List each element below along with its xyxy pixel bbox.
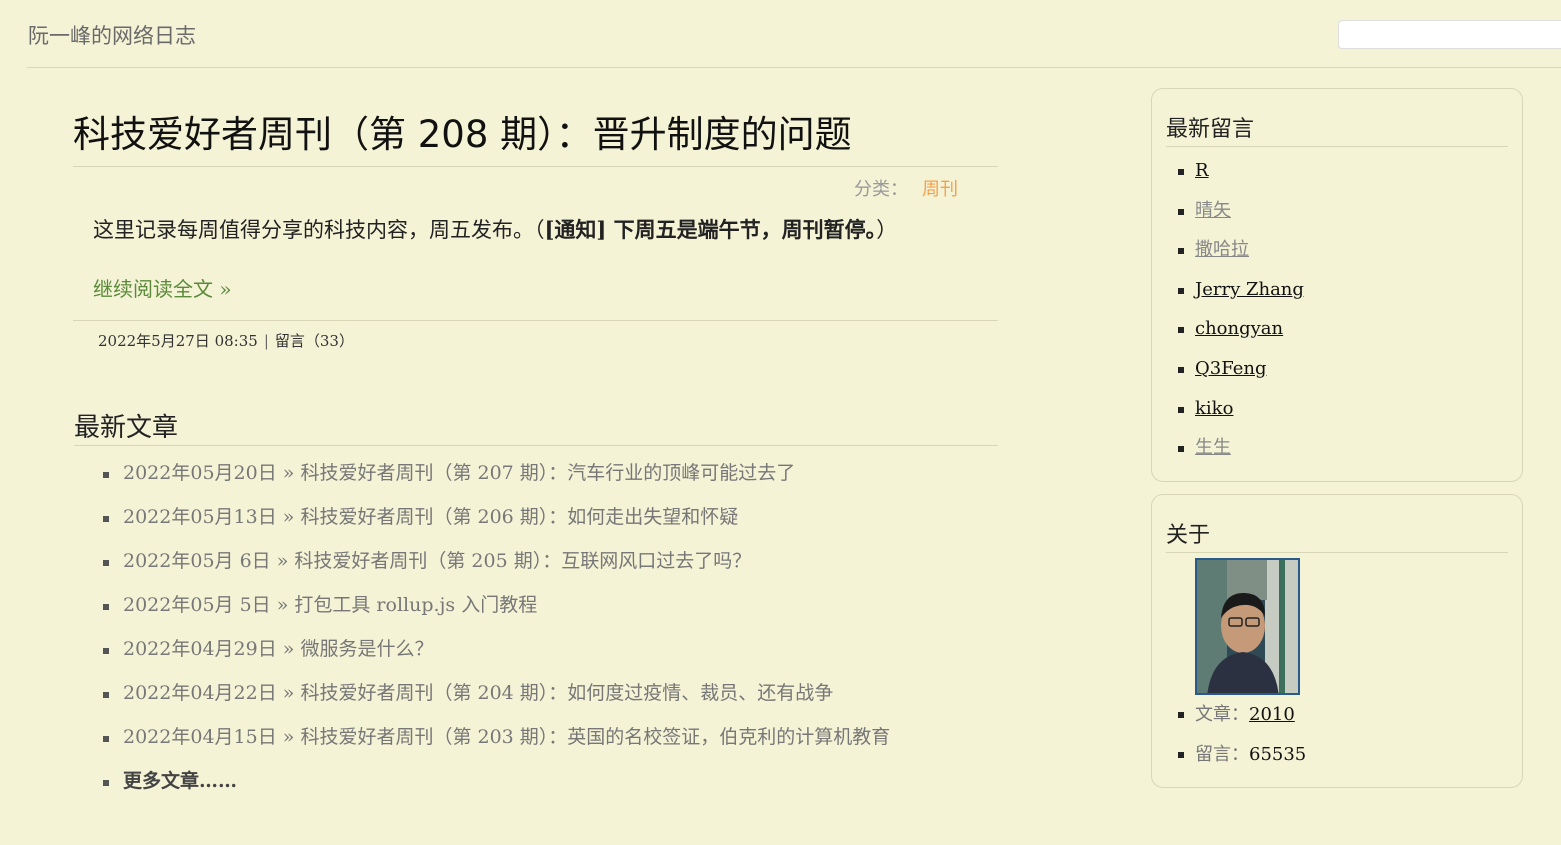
- commenter-link[interactable]: kiko: [1195, 398, 1233, 419]
- list-item: 生生: [1178, 424, 1522, 464]
- commenter-link[interactable]: 撒哈拉: [1195, 239, 1249, 260]
- read-more-link[interactable]: 继续阅读全文 »: [93, 273, 232, 302]
- recent-date: 2022年04月22日: [123, 682, 277, 705]
- commenter-link[interactable]: 晴矢: [1195, 200, 1231, 221]
- articles-count-link[interactable]: 2010: [1249, 704, 1295, 725]
- commenter-list: R 晴矢 撒哈拉 Jerry Zhang chongyan Q3Feng kik…: [1152, 147, 1522, 464]
- comments-count: 65535: [1249, 744, 1307, 765]
- summary-end: ）: [876, 218, 898, 242]
- category-row: 分类： 周刊: [73, 175, 998, 201]
- about-widget: 关于 文章：2010 留言：65535: [1151, 494, 1523, 788]
- summary-notice: [通知] 下周五是端午节，周刊暂停。: [544, 217, 877, 242]
- article-meta: 2022年5月27日 08:35 | 留言（33）: [98, 330, 998, 351]
- list-item: 2022年05月13日 » 科技爱好者周刊（第 206 期）：如何走出失望和怀疑: [103, 490, 998, 534]
- list-item: 留言：65535: [1178, 735, 1522, 775]
- recent-date: 2022年05月 6日: [123, 550, 271, 573]
- meta-divider: [73, 320, 998, 322]
- recent-date: 2022年05月20日: [123, 462, 277, 485]
- latest-comments-title: 最新留言: [1166, 111, 1508, 147]
- header-divider: [27, 67, 1561, 68]
- commenter-link[interactable]: R: [1195, 160, 1209, 181]
- recent-separator: »: [282, 638, 295, 661]
- comments-label: 留言：: [1195, 744, 1249, 765]
- latest-comments-widget: 最新留言 R 晴矢 撒哈拉 Jerry Zhang chongyan Q3Fen…: [1151, 88, 1523, 482]
- recent-date: 2022年05月13日: [123, 506, 277, 529]
- list-item: 更多文章……: [103, 754, 998, 798]
- list-item: 文章：2010: [1178, 695, 1522, 735]
- recent-article-link[interactable]: 科技爱好者周刊（第 204 期）：如何度过疫情、裁员、还有战争: [300, 682, 833, 704]
- commenter-link[interactable]: 生生: [1195, 437, 1231, 458]
- main-content: 科技爱好者周刊（第 208 期）：晋升制度的问题 分类： 周刊 这里记录每周值得分…: [73, 90, 998, 798]
- article-title[interactable]: 科技爱好者周刊（第 208 期）：晋升制度的问题: [73, 90, 998, 167]
- recent-articles-title: 最新文章: [74, 407, 998, 447]
- recent-separator: »: [282, 682, 295, 705]
- recent-article-link[interactable]: 微服务是什么？: [300, 638, 433, 660]
- search-input[interactable]: [1338, 20, 1561, 49]
- recent-articles-list: 2022年05月20日 » 科技爱好者周刊（第 207 期）：汽车行业的顶峰可能…: [73, 446, 998, 798]
- recent-separator: »: [276, 594, 289, 617]
- list-item: kiko: [1178, 385, 1522, 425]
- avatar-image: [1197, 560, 1298, 693]
- site-header: 阮一峰的网络日志: [0, 0, 1561, 68]
- list-item: 晴矢: [1178, 187, 1522, 227]
- category-label: 分类：: [854, 179, 908, 200]
- recent-separator: »: [282, 506, 295, 529]
- recent-article-link[interactable]: 科技爱好者周刊（第 203 期）：英国的名校签证，伯克利的计算机教育: [300, 726, 890, 748]
- list-item: 2022年04月22日 » 科技爱好者周刊（第 204 期）：如何度过疫情、裁员…: [103, 666, 998, 710]
- list-item: 2022年05月 6日 » 科技爱好者周刊（第 205 期）：互联网风口过去了吗…: [103, 534, 998, 578]
- list-item: 2022年05月20日 » 科技爱好者周刊（第 207 期）：汽车行业的顶峰可能…: [103, 446, 998, 490]
- recent-separator: »: [282, 726, 295, 749]
- category-link[interactable]: 周刊: [922, 179, 958, 200]
- site-title-link[interactable]: 阮一峰的网络日志: [28, 20, 196, 50]
- list-item: 撒哈拉: [1178, 226, 1522, 266]
- list-item: 2022年05月 5日 » 打包工具 rollup.js 入门教程: [103, 578, 998, 622]
- list-item: 2022年04月15日 » 科技爱好者周刊（第 203 期）：英国的名校签证，伯…: [103, 710, 998, 754]
- recent-separator: »: [282, 462, 295, 485]
- recent-article-link[interactable]: 打包工具 rollup.js 入门教程: [294, 594, 537, 616]
- commenter-link[interactable]: Q3Feng: [1195, 358, 1266, 379]
- meta-separator: |: [263, 332, 269, 351]
- list-item: 2022年04月29日 » 微服务是什么？: [103, 622, 998, 666]
- more-articles-link[interactable]: 更多文章……: [123, 770, 237, 792]
- recent-date: 2022年05月 5日: [123, 594, 271, 617]
- about-title: 关于: [1166, 517, 1508, 553]
- list-item: R: [1178, 147, 1522, 187]
- comments-link[interactable]: 留言（33）: [275, 332, 354, 350]
- recent-date: 2022年04月29日: [123, 638, 277, 661]
- recent-separator: »: [276, 550, 289, 573]
- articles-label: 文章：: [1195, 704, 1249, 725]
- article-summary: 这里记录每周值得分享的科技内容，周五发布。（[通知] 下周五是端午节，周刊暂停。…: [93, 215, 998, 245]
- recent-article-link[interactable]: 科技爱好者周刊（第 206 期）：如何走出失望和怀疑: [300, 506, 738, 528]
- commenter-link[interactable]: chongyan: [1195, 318, 1283, 339]
- summary-text: 这里记录每周值得分享的科技内容，周五发布。（: [93, 218, 545, 242]
- list-item: Q3Feng: [1178, 345, 1522, 385]
- article-date: 2022年5月27日 08:35: [98, 332, 258, 351]
- commenter-link[interactable]: Jerry Zhang: [1195, 279, 1304, 300]
- recent-article-link[interactable]: 科技爱好者周刊（第 205 期）：互联网风口过去了吗？: [294, 550, 751, 572]
- avatar[interactable]: [1195, 558, 1300, 695]
- recent-article-link[interactable]: 科技爱好者周刊（第 207 期）：汽车行业的顶峰可能过去了: [300, 462, 795, 484]
- recent-date: 2022年04月15日: [123, 726, 277, 749]
- about-stats: 文章：2010 留言：65535: [1152, 695, 1522, 775]
- list-item: chongyan: [1178, 305, 1522, 345]
- list-item: Jerry Zhang: [1178, 266, 1522, 306]
